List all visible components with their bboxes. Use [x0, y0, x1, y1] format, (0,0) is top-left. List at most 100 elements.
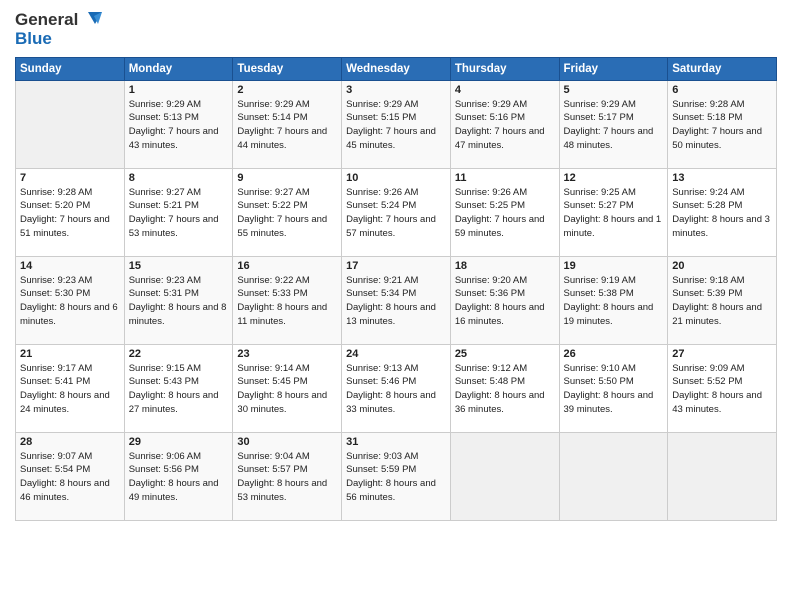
sunrise-text: Sunrise: 9:26 AM	[346, 187, 418, 198]
cell-info: Sunrise: 9:07 AM Sunset: 5:54 PM Dayligh…	[20, 450, 120, 505]
date-number: 5	[564, 84, 664, 96]
calendar-cell: 6 Sunrise: 9:28 AM Sunset: 5:18 PM Dayli…	[668, 80, 777, 168]
date-number: 25	[455, 348, 555, 360]
date-number: 15	[129, 260, 229, 272]
date-number: 27	[672, 348, 772, 360]
daylight-text: Daylight: 8 hours and 43 minutes.	[672, 390, 762, 415]
weekday-header-saturday: Saturday	[668, 57, 777, 80]
cell-info: Sunrise: 9:27 AM Sunset: 5:21 PM Dayligh…	[129, 186, 229, 241]
daylight-text: Daylight: 8 hours and 16 minutes.	[455, 302, 545, 327]
sunrise-text: Sunrise: 9:07 AM	[20, 451, 92, 462]
sunset-text: Sunset: 5:33 PM	[237, 288, 307, 299]
week-row-3: 14 Sunrise: 9:23 AM Sunset: 5:30 PM Dayl…	[16, 256, 777, 344]
sunrise-text: Sunrise: 9:27 AM	[129, 187, 201, 198]
sunset-text: Sunset: 5:17 PM	[564, 112, 634, 123]
calendar-cell: 4 Sunrise: 9:29 AM Sunset: 5:16 PM Dayli…	[450, 80, 559, 168]
calendar-cell: 5 Sunrise: 9:29 AM Sunset: 5:17 PM Dayli…	[559, 80, 668, 168]
sunrise-text: Sunrise: 9:28 AM	[20, 187, 92, 198]
sunrise-text: Sunrise: 9:03 AM	[346, 451, 418, 462]
sunrise-text: Sunrise: 9:29 AM	[564, 99, 636, 110]
sunset-text: Sunset: 5:16 PM	[455, 112, 525, 123]
daylight-text: Daylight: 7 hours and 55 minutes.	[237, 214, 327, 239]
logo-bird-icon	[80, 10, 102, 30]
cell-info: Sunrise: 9:14 AM Sunset: 5:45 PM Dayligh…	[237, 362, 337, 417]
sunset-text: Sunset: 5:38 PM	[564, 288, 634, 299]
sunset-text: Sunset: 5:36 PM	[455, 288, 525, 299]
sunrise-text: Sunrise: 9:25 AM	[564, 187, 636, 198]
cell-info: Sunrise: 9:19 AM Sunset: 5:38 PM Dayligh…	[564, 274, 664, 329]
sunset-text: Sunset: 5:57 PM	[237, 464, 307, 475]
daylight-text: Daylight: 8 hours and 19 minutes.	[564, 302, 654, 327]
cell-info: Sunrise: 9:28 AM Sunset: 5:20 PM Dayligh…	[20, 186, 120, 241]
cell-info: Sunrise: 9:27 AM Sunset: 5:22 PM Dayligh…	[237, 186, 337, 241]
sunrise-text: Sunrise: 9:22 AM	[237, 275, 309, 286]
date-number: 8	[129, 172, 229, 184]
sunrise-text: Sunrise: 9:28 AM	[672, 99, 744, 110]
date-number: 28	[20, 436, 120, 448]
daylight-text: Daylight: 7 hours and 44 minutes.	[237, 126, 327, 151]
sunset-text: Sunset: 5:18 PM	[672, 112, 742, 123]
date-number: 2	[237, 84, 337, 96]
daylight-text: Daylight: 8 hours and 30 minutes.	[237, 390, 327, 415]
daylight-text: Daylight: 8 hours and 6 minutes.	[20, 302, 118, 327]
cell-info: Sunrise: 9:24 AM Sunset: 5:28 PM Dayligh…	[672, 186, 772, 241]
sunrise-text: Sunrise: 9:27 AM	[237, 187, 309, 198]
sunrise-text: Sunrise: 9:24 AM	[672, 187, 744, 198]
calendar-page: General Blue SundayMondayTuesdayWednesda…	[0, 0, 792, 612]
sunset-text: Sunset: 5:25 PM	[455, 200, 525, 211]
calendar-cell: 7 Sunrise: 9:28 AM Sunset: 5:20 PM Dayli…	[16, 168, 125, 256]
calendar-cell	[16, 80, 125, 168]
weekday-header-monday: Monday	[124, 57, 233, 80]
cell-info: Sunrise: 9:23 AM Sunset: 5:30 PM Dayligh…	[20, 274, 120, 329]
date-number: 16	[237, 260, 337, 272]
sunset-text: Sunset: 5:43 PM	[129, 376, 199, 387]
sunset-text: Sunset: 5:22 PM	[237, 200, 307, 211]
calendar-cell: 14 Sunrise: 9:23 AM Sunset: 5:30 PM Dayl…	[16, 256, 125, 344]
daylight-text: Daylight: 8 hours and 46 minutes.	[20, 478, 110, 503]
cell-info: Sunrise: 9:23 AM Sunset: 5:31 PM Dayligh…	[129, 274, 229, 329]
date-number: 11	[455, 172, 555, 184]
calendar-cell: 29 Sunrise: 9:06 AM Sunset: 5:56 PM Dayl…	[124, 432, 233, 520]
sunset-text: Sunset: 5:14 PM	[237, 112, 307, 123]
cell-info: Sunrise: 9:03 AM Sunset: 5:59 PM Dayligh…	[346, 450, 446, 505]
date-number: 14	[20, 260, 120, 272]
weekday-header-friday: Friday	[559, 57, 668, 80]
sunset-text: Sunset: 5:54 PM	[20, 464, 90, 475]
cell-info: Sunrise: 9:29 AM Sunset: 5:15 PM Dayligh…	[346, 98, 446, 153]
calendar-cell	[450, 432, 559, 520]
calendar-cell: 28 Sunrise: 9:07 AM Sunset: 5:54 PM Dayl…	[16, 432, 125, 520]
calendar-cell: 30 Sunrise: 9:04 AM Sunset: 5:57 PM Dayl…	[233, 432, 342, 520]
sunset-text: Sunset: 5:24 PM	[346, 200, 416, 211]
calendar-cell: 18 Sunrise: 9:20 AM Sunset: 5:36 PM Dayl…	[450, 256, 559, 344]
sunrise-text: Sunrise: 9:20 AM	[455, 275, 527, 286]
date-number: 1	[129, 84, 229, 96]
sunrise-text: Sunrise: 9:18 AM	[672, 275, 744, 286]
cell-info: Sunrise: 9:26 AM Sunset: 5:25 PM Dayligh…	[455, 186, 555, 241]
cell-info: Sunrise: 9:17 AM Sunset: 5:41 PM Dayligh…	[20, 362, 120, 417]
calendar-cell: 13 Sunrise: 9:24 AM Sunset: 5:28 PM Dayl…	[668, 168, 777, 256]
week-row-1: 1 Sunrise: 9:29 AM Sunset: 5:13 PM Dayli…	[16, 80, 777, 168]
sunrise-text: Sunrise: 9:29 AM	[455, 99, 527, 110]
sunrise-text: Sunrise: 9:26 AM	[455, 187, 527, 198]
calendar-cell: 12 Sunrise: 9:25 AM Sunset: 5:27 PM Dayl…	[559, 168, 668, 256]
daylight-text: Daylight: 8 hours and 11 minutes.	[237, 302, 327, 327]
sunset-text: Sunset: 5:27 PM	[564, 200, 634, 211]
calendar-cell: 22 Sunrise: 9:15 AM Sunset: 5:43 PM Dayl…	[124, 344, 233, 432]
weekday-header-wednesday: Wednesday	[342, 57, 451, 80]
daylight-text: Daylight: 7 hours and 48 minutes.	[564, 126, 654, 151]
date-number: 24	[346, 348, 446, 360]
daylight-text: Daylight: 8 hours and 53 minutes.	[237, 478, 327, 503]
weekday-header-thursday: Thursday	[450, 57, 559, 80]
sunset-text: Sunset: 5:13 PM	[129, 112, 199, 123]
sunrise-text: Sunrise: 9:12 AM	[455, 363, 527, 374]
sunset-text: Sunset: 5:15 PM	[346, 112, 416, 123]
cell-info: Sunrise: 9:18 AM Sunset: 5:39 PM Dayligh…	[672, 274, 772, 329]
date-number: 12	[564, 172, 664, 184]
sunrise-text: Sunrise: 9:14 AM	[237, 363, 309, 374]
date-number: 10	[346, 172, 446, 184]
sunset-text: Sunset: 5:50 PM	[564, 376, 634, 387]
calendar-cell	[668, 432, 777, 520]
calendar-cell: 1 Sunrise: 9:29 AM Sunset: 5:13 PM Dayli…	[124, 80, 233, 168]
date-number: 20	[672, 260, 772, 272]
daylight-text: Daylight: 8 hours and 39 minutes.	[564, 390, 654, 415]
